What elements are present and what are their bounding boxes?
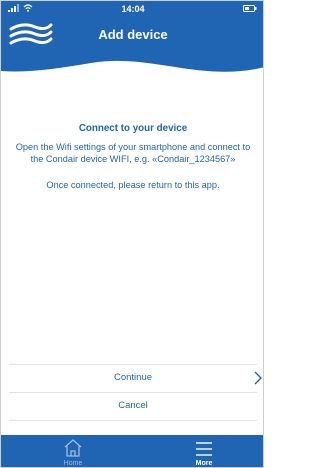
- wifi-instructions: Open the Wifi settings of your smartphon…: [15, 142, 251, 164]
- instructions-section: Connect to your device Open the Wifi set…: [13, 123, 253, 191]
- app-screen: 14:04 Add device Connect to your device …: [0, 0, 264, 468]
- page-title: Add device: [98, 27, 168, 42]
- tab-home-label: Home: [63, 460, 83, 467]
- home-icon: [64, 439, 82, 457]
- header: 14:04 Add device: [1, 1, 263, 83]
- cancel-button[interactable]: Cancel: [1, 392, 263, 420]
- battery-icon: [243, 5, 257, 12]
- status-time: 14:04: [121, 4, 145, 14]
- continue-button[interactable]: Continue: [1, 364, 263, 392]
- bottom-tab-bar: Home More: [1, 435, 263, 467]
- cancel-label: Cancel: [118, 400, 148, 411]
- section-heading: Connect to your device: [78, 123, 188, 134]
- tab-home[interactable]: Home: [33, 435, 113, 467]
- chevron-right-icon: [254, 371, 262, 385]
- tab-more-label: More: [195, 460, 213, 467]
- return-note: Once connected, please return to this ap…: [46, 180, 220, 190]
- status-bar: 14:04: [1, 1, 263, 17]
- tab-more[interactable]: More: [164, 435, 244, 467]
- continue-label: Continue: [113, 372, 153, 383]
- divider: [9, 420, 257, 421]
- menu-icon: [196, 442, 212, 456]
